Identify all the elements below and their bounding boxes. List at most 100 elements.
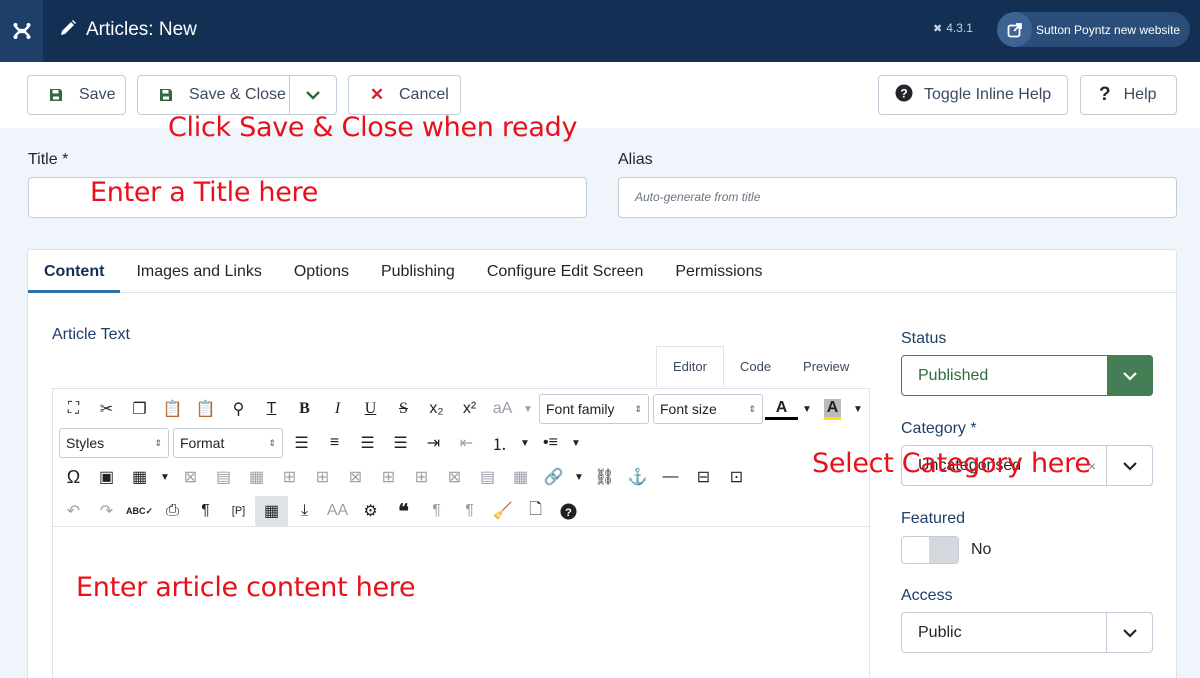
bold-icon[interactable]: B <box>288 394 321 424</box>
font-size-select[interactable]: Font size ⇕ <box>653 394 763 424</box>
table-row-props-icon[interactable]: ▤ <box>207 462 240 492</box>
fullscreen-icon[interactable]: ⛶ <box>57 394 90 424</box>
format-select[interactable]: Format ⇕ <box>173 428 283 458</box>
tab-options[interactable]: Options <box>278 250 365 293</box>
pagebreak-insert-icon[interactable]: ⊡ <box>720 462 753 492</box>
font-family-select[interactable]: Font family ⇕ <box>539 394 649 424</box>
editor-tab-preview[interactable]: Preview <box>787 346 865 387</box>
gear-icon[interactable]: ⚙ <box>354 496 387 526</box>
save-close-button[interactable]: Save & Close <box>138 76 291 114</box>
styles-select[interactable]: Styles ⇕ <box>59 428 169 458</box>
table-cell-props-icon[interactable]: ▦ <box>240 462 273 492</box>
insert-col-after-icon[interactable]: ⊞ <box>405 462 438 492</box>
joomla-logo-icon[interactable] <box>0 0 43 62</box>
save-close-group: Save & Close <box>137 75 337 115</box>
tab-bar: Content Images and Links Options Publish… <box>28 250 1176 293</box>
align-center-icon[interactable]: ≡ <box>318 428 351 458</box>
tab-publishing[interactable]: Publishing <box>365 250 471 293</box>
help-button[interactable]: ? Help <box>1080 75 1177 115</box>
strikethrough-icon[interactable]: S <box>387 394 420 424</box>
subscript-icon[interactable]: x₂ <box>420 394 453 424</box>
align-right-icon[interactable]: ☰ <box>384 428 417 458</box>
indent-icon[interactable]: ⇥ <box>417 428 450 458</box>
delete-row-icon[interactable]: ⊠ <box>339 462 372 492</box>
insert-row-after-icon[interactable]: ⊞ <box>306 462 339 492</box>
text-color-icon[interactable]: A <box>765 398 798 420</box>
print-icon[interactable]: ⎙ <box>156 496 189 526</box>
delete-table-icon[interactable]: ⊠ <box>174 462 207 492</box>
anchor-icon[interactable]: ⚓ <box>621 462 654 492</box>
special-char-icon[interactable]: Ω <box>57 462 90 492</box>
paragraph-icon[interactable]: ¶ <box>189 496 222 526</box>
merge-cells-icon[interactable]: ▤ <box>471 462 504 492</box>
tab-permissions[interactable]: Permissions <box>659 250 778 293</box>
delete-col-icon[interactable]: ⊠ <box>438 462 471 492</box>
featured-toggle[interactable] <box>901 536 959 564</box>
search-icon[interactable]: ⚲ <box>222 394 255 424</box>
superscript-icon[interactable]: x² <box>453 394 486 424</box>
chevron-down-icon[interactable]: ▼ <box>516 428 534 458</box>
chevron-down-icon[interactable]: ▼ <box>849 394 867 424</box>
chevron-down-icon[interactable]: ▼ <box>570 462 588 492</box>
chevron-down-icon[interactable]: ▼ <box>156 462 174 492</box>
underline-icon[interactable]: U <box>354 394 387 424</box>
help-circle-icon[interactable]: ? <box>552 496 585 526</box>
save-button[interactable]: Save <box>27 75 126 115</box>
italic-icon[interactable]: I <box>321 394 354 424</box>
background-color-icon[interactable]: A <box>816 394 849 424</box>
chevron-down-icon[interactable]: ▼ <box>567 428 585 458</box>
visual-aid-icon[interactable]: ▦ <box>255 496 288 526</box>
broom-icon[interactable]: 🧹 <box>486 496 519 526</box>
rtl-icon[interactable]: ¶ <box>453 496 486 526</box>
clear-format-icon[interactable]: T <box>255 394 288 424</box>
horizontal-rule-icon[interactable]: — <box>654 462 687 492</box>
insert-col-before-icon[interactable]: ⊞ <box>372 462 405 492</box>
cut-icon[interactable]: ✂ <box>90 394 123 424</box>
show-blocks-icon[interactable]: [P] <box>222 496 255 526</box>
paste-icon[interactable]: 📋 <box>156 394 189 424</box>
page-break-icon[interactable]: ⊟ <box>687 462 720 492</box>
copy-icon[interactable]: ❐ <box>123 394 156 424</box>
toggle-inline-help-button[interactable]: ? Toggle Inline Help <box>878 75 1068 115</box>
tab-content[interactable]: Content <box>28 250 121 293</box>
undo-icon[interactable]: ↶ <box>57 496 90 526</box>
editor-tab-code[interactable]: Code <box>724 346 787 387</box>
ltr-icon[interactable]: ¶ <box>420 496 453 526</box>
link-icon[interactable]: 🔗 <box>537 462 570 492</box>
redo-icon[interactable]: ↷ <box>90 496 123 526</box>
cancel-button[interactable]: ✕ Cancel <box>348 75 461 115</box>
joomla-small-icon: ✖ <box>933 22 943 35</box>
paste-text-icon[interactable]: 📋 <box>189 394 222 424</box>
numbered-list-icon[interactable]: ⒈ <box>483 428 516 458</box>
text-size-icon[interactable]: aA <box>486 394 519 424</box>
split-cells-icon[interactable]: ▦ <box>504 462 537 492</box>
tab-images-links[interactable]: Images and Links <box>120 250 277 293</box>
chevron-down-icon[interactable]: ▼ <box>798 394 816 424</box>
tab-configure-edit-screen[interactable]: Configure Edit Screen <box>471 250 660 293</box>
insert-row-before-icon[interactable]: ⊞ <box>273 462 306 492</box>
site-link-button[interactable]: Sutton Poyntz new website <box>997 12 1190 47</box>
alias-input[interactable]: Auto-generate from title <box>618 177 1177 218</box>
spellcheck-icon[interactable]: ABC✓ <box>123 496 156 526</box>
blockquote-icon[interactable]: ❝ <box>387 496 420 526</box>
table-icon[interactable]: ▦ <box>123 462 156 492</box>
font-family-value: Font family <box>546 401 615 417</box>
text-case-icon[interactable]: AA <box>321 496 354 526</box>
align-justify-icon[interactable]: ☰ <box>285 428 318 458</box>
annotation-category: Select Category here <box>812 448 1091 479</box>
new-document-icon[interactable]: 🗋 <box>519 496 552 526</box>
access-select[interactable]: Public <box>901 612 1153 653</box>
styles-value: Styles <box>66 435 105 451</box>
outdent-icon[interactable]: ⇤ <box>450 428 483 458</box>
bullet-list-icon[interactable]: •≡ <box>534 428 567 458</box>
status-select[interactable]: Published <box>901 355 1153 396</box>
save-dropdown-toggle[interactable] <box>290 76 336 114</box>
app-header: Articles: New ✖ 4.3.1 Sutton Poyntz new … <box>0 0 1200 62</box>
image-icon[interactable]: ▣ <box>90 462 123 492</box>
insert-template-icon[interactable]: ⤓ <box>288 496 321 526</box>
unlink-icon[interactable]: ⛓ <box>588 462 621 492</box>
align-left-icon[interactable]: ☰ <box>351 428 384 458</box>
chevron-down-icon[interactable]: ▼ <box>519 394 537 424</box>
editor-tab-editor[interactable]: Editor <box>656 346 724 387</box>
svg-text:?: ? <box>900 86 907 100</box>
